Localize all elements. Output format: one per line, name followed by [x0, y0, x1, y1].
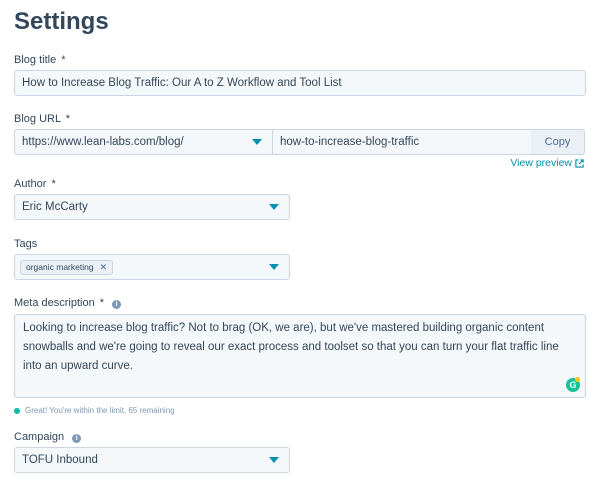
meta-description-label: Meta description * i [14, 297, 122, 309]
view-preview-link[interactable]: View preview [510, 157, 584, 169]
caret-down-icon [269, 204, 279, 210]
caret-down-icon [269, 264, 279, 270]
meta-description-status: Great! You're within the limit, 65 remai… [14, 406, 175, 415]
author-label: Author * [14, 178, 56, 190]
meta-description-value: Looking to increase blog traffic? Not to… [23, 322, 559, 372]
campaign-value: TOFU Inbound [22, 454, 98, 466]
required-mark: * [51, 178, 56, 190]
grammarly-status-dot [575, 377, 580, 382]
blog-title-label: Blog title * [14, 54, 66, 66]
blog-title-input[interactable]: How to Increase Blog Traffic: Our A to Z… [14, 70, 586, 96]
tag-chip: organic marketing ✕ [20, 259, 114, 275]
required-mark: * [61, 54, 66, 66]
blog-domain-value: https://www.lean-labs.com/blog/ [22, 136, 184, 148]
required-mark: * [99, 297, 105, 309]
meta-description-status-text: Great! You're within the limit, 65 remai… [25, 406, 175, 415]
blog-title-value: How to Increase Blog Traffic: Our A to Z… [22, 77, 342, 89]
blog-domain-select[interactable]: https://www.lean-labs.com/blog/ [14, 129, 273, 155]
blog-slug-value: how-to-increase-blog-traffic [280, 136, 420, 148]
blog-url-label-text: Blog URL [14, 113, 61, 125]
author-select[interactable]: Eric McCarty [14, 194, 290, 220]
tag-chip-label: organic marketing [26, 262, 94, 272]
info-icon[interactable]: i [112, 300, 122, 309]
campaign-select[interactable]: TOFU Inbound [14, 447, 290, 473]
caret-down-icon [269, 457, 279, 463]
caret-down-icon [252, 139, 262, 145]
blog-slug-input[interactable]: how-to-increase-blog-traffic [272, 129, 532, 155]
campaign-label-text: Campaign [14, 431, 65, 443]
meta-description-textarea[interactable]: Looking to increase blog traffic? Not to… [14, 314, 586, 398]
tags-label: Tags [14, 238, 37, 250]
blog-url-label: Blog URL * [14, 113, 70, 125]
tags-select[interactable]: organic marketing ✕ [14, 254, 290, 280]
view-preview-label: View preview [510, 157, 572, 169]
campaign-label: Campaign i [14, 431, 82, 443]
close-icon[interactable]: ✕ [100, 262, 108, 273]
info-icon[interactable]: i [72, 434, 82, 443]
tags-label-text: Tags [14, 238, 38, 250]
copy-button[interactable]: Copy [531, 129, 585, 155]
author-label-text: Author [14, 178, 47, 190]
page-title: Settings [14, 8, 109, 35]
required-mark: * [65, 113, 71, 125]
author-value: Eric McCarty [22, 201, 88, 213]
meta-description-label-text: Meta description [14, 297, 95, 309]
blog-title-label-text: Blog title [14, 54, 57, 66]
status-dot-icon [14, 407, 20, 414]
external-link-icon [575, 158, 584, 168]
